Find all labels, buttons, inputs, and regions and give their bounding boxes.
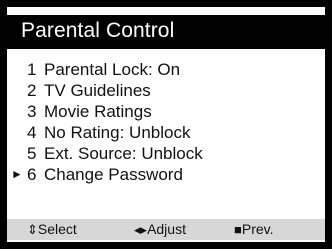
page-title: Parental Control — [21, 19, 175, 42]
menu-item-number: 4 — [27, 123, 37, 142]
selection-arrow-icon: ► — [11, 167, 23, 181]
menu-list: 1 Parental Lock: On 2 TV Guidelines 3 Mo… — [7, 59, 325, 185]
stop-square-icon: ■ — [234, 222, 242, 237]
menu-item-label: Change Password — [44, 165, 183, 184]
menu-item-parental-lock[interactable]: 1 Parental Lock: On — [7, 59, 325, 80]
menu-item-label: No Rating: Unblock — [44, 123, 191, 142]
menu-item-label: Movie Ratings — [44, 102, 152, 121]
menu-item-number: 3 — [27, 102, 37, 121]
footer-hint-bar: ⇕Select ◂▸Adjust ■Prev. — [7, 219, 325, 240]
up-down-arrow-icon: ⇕ — [27, 222, 38, 237]
select-hint-label: Select — [37, 221, 77, 237]
menu-item-label: Parental Lock: On — [44, 60, 181, 79]
menu-item-number: 5 — [27, 144, 37, 163]
menu-item-label: Ext. Source: Unblock — [44, 144, 203, 163]
prev-hint-label: Prev. — [241, 221, 274, 237]
prev-hint: ■Prev. — [234, 219, 274, 240]
left-right-arrow-icon: ◂▸ — [134, 222, 148, 237]
menu-item-movie-ratings[interactable]: 3 Movie Ratings — [7, 101, 325, 122]
select-hint: ⇕Select — [27, 219, 77, 240]
menu-item-tv-guidelines[interactable]: 2 TV Guidelines — [7, 80, 325, 101]
adjust-hint: ◂▸Adjust — [134, 219, 186, 240]
adjust-hint-label: Adjust — [147, 221, 186, 237]
menu-item-number: 6 — [27, 165, 37, 184]
menu-item-number: 2 — [27, 81, 37, 100]
title-bar: Parental Control — [7, 15, 325, 49]
menu-item-number: 1 — [27, 60, 37, 79]
menu-item-ext-source[interactable]: 5 Ext. Source: Unblock — [7, 143, 325, 164]
menu-item-change-password[interactable]: ► 6 Change Password — [7, 164, 325, 185]
menu-item-no-rating[interactable]: 4 No Rating: Unblock — [7, 122, 325, 143]
menu-item-label: TV Guidelines — [44, 81, 151, 100]
